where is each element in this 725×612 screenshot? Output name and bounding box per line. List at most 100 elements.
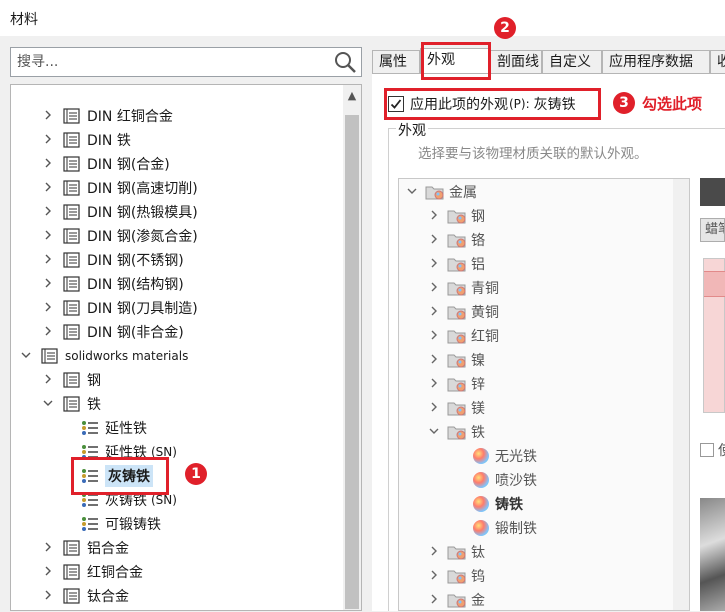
chevron-right-icon[interactable] <box>427 377 441 391</box>
appearance-tree-item[interactable]: 钢 <box>427 204 485 228</box>
appearance-tree-item-label: 铁 <box>471 425 485 441</box>
chevron-down-icon[interactable] <box>19 349 33 363</box>
appearance-tree-item[interactable]: 金 <box>427 588 485 612</box>
appearance-tree-item[interactable]: 镁 <box>427 396 485 420</box>
tree-item-suffix: (SN) <box>151 493 177 507</box>
appearance-tree-item[interactable]: 青铜 <box>427 276 499 300</box>
tree-scrollbar[interactable]: ▲ <box>343 85 361 610</box>
appearance-tree-scrollbar[interactable] <box>673 179 689 610</box>
tree-item[interactable]: DIN 红铜合金 <box>41 104 173 128</box>
appearance-folder-icon <box>447 568 467 584</box>
appearance-tree[interactable]: 金属钢铬铝青铜 黄铜 红铜镍锌镁铁无光铁 喷沙铁 铸铁 锻制铁钛钨金 <box>398 178 690 611</box>
chevron-down-icon[interactable] <box>427 425 441 439</box>
chevron-down-icon[interactable] <box>41 397 55 411</box>
search-box[interactable] <box>10 47 362 77</box>
color-swatch[interactable] <box>700 178 725 206</box>
appearance-tree-item[interactable]: 金属 <box>405 180 477 204</box>
material-item-icon <box>81 420 99 436</box>
tree-item[interactable]: 铁 <box>41 392 101 416</box>
tree-item[interactable]: 可锻铸铁 <box>65 512 161 536</box>
tree-item[interactable]: DIN 钢(热锻模具) <box>41 200 198 224</box>
tree-item[interactable]: 红铜合金 <box>41 560 143 584</box>
chevron-right-icon[interactable] <box>41 133 55 147</box>
appearance-swatch-icon <box>473 496 489 512</box>
appearance-tree-item[interactable]: 无光铁 <box>451 444 537 468</box>
partial-checkbox-label: 使 <box>718 440 725 460</box>
appearance-tree-item[interactable]: 喷沙铁 <box>451 468 537 492</box>
tree-item[interactable]: DIN 钢(高速切削) <box>41 176 198 200</box>
tree-item[interactable]: 钛合金 <box>41 584 129 608</box>
appearance-tree-item[interactable]: 锻制铁 <box>451 516 537 540</box>
chevron-right-icon[interactable] <box>427 257 441 271</box>
tab-4[interactable]: 应用程序数据 <box>602 50 710 74</box>
tree-item[interactable]: solidworks materials <box>19 344 188 368</box>
chevron-right-icon[interactable] <box>41 301 55 315</box>
appearance-tree-item[interactable]: 黄铜 <box>427 300 499 324</box>
material-library-icon <box>63 588 81 604</box>
appearance-tree-item[interactable]: 铁 <box>427 420 485 444</box>
tree-item[interactable]: DIN 钢(刀具制造) <box>41 296 198 320</box>
chevron-right-icon[interactable] <box>41 109 55 123</box>
partial-button[interactable]: 蜡笔 <box>700 218 725 242</box>
annotation-text-check: 勾选此项 <box>642 95 703 113</box>
chevron-right-icon[interactable] <box>41 373 55 387</box>
tree-item[interactable]: DIN 钢(合金) <box>41 152 170 176</box>
chevron-right-icon[interactable] <box>41 205 55 219</box>
chevron-right-icon[interactable] <box>41 157 55 171</box>
chevron-right-icon[interactable] <box>427 329 441 343</box>
tab-3[interactable]: 自定义 <box>542 50 602 74</box>
tree-item[interactable]: DIN 钢(结构钢) <box>41 272 184 296</box>
tree-item[interactable]: DIN 钢(渗氮合金) <box>41 224 198 248</box>
appearance-folder-icon <box>447 328 467 344</box>
chevron-right-icon[interactable] <box>41 229 55 243</box>
chevron-down-icon[interactable] <box>405 185 419 199</box>
appearance-tree-item[interactable]: 铝 <box>427 252 485 276</box>
material-tree[interactable]: DIN 红铜合金 DIN 铁 DIN 钢(合金) DIN 钢(高速切削) DIN 钢(热… <box>10 84 362 611</box>
chevron-right-icon[interactable] <box>41 541 55 555</box>
material-library-icon <box>41 348 59 364</box>
appearance-tree-item[interactable]: 钛 <box>427 540 485 564</box>
appearance-tree-item[interactable]: 钨 <box>427 564 485 588</box>
chevron-right-icon[interactable] <box>427 545 441 559</box>
chevron-right-icon[interactable] <box>427 353 441 367</box>
tab-5[interactable]: 收 <box>710 50 725 74</box>
chevron-right-icon[interactable] <box>427 209 441 223</box>
tree-item-label: 钛合金 <box>87 589 129 605</box>
tree-item[interactable]: 钢 <box>41 368 101 392</box>
appearance-tree-item[interactable]: 铸铁 <box>451 492 523 516</box>
tree-item-label: DIN 红铜合金 <box>87 109 173 125</box>
appearance-tree-item[interactable]: 铬 <box>427 228 485 252</box>
chevron-right-icon[interactable] <box>427 233 441 247</box>
chevron-right-icon[interactable] <box>41 181 55 195</box>
chevron-right-icon[interactable] <box>41 325 55 339</box>
chevron-right-icon[interactable] <box>427 401 441 415</box>
tab-0[interactable]: 属性 <box>372 50 420 74</box>
appearance-tree-item[interactable]: 镍 <box>427 348 485 372</box>
tab-2[interactable]: 剖面线 <box>490 50 542 74</box>
chevron-right-icon[interactable] <box>41 565 55 579</box>
chevron-right-icon[interactable] <box>41 589 55 603</box>
chevron-right-icon[interactable] <box>427 569 441 583</box>
tree-item-label: 铁 <box>87 397 101 413</box>
annotation-box-appearance-tab <box>421 42 491 80</box>
chevron-right-icon[interactable] <box>427 281 441 295</box>
partial-checkbox[interactable] <box>700 443 714 457</box>
tree-item[interactable]: 延性铁 <box>65 416 147 440</box>
chevron-right-icon[interactable] <box>41 277 55 291</box>
tree-item[interactable]: DIN 铁 <box>41 128 131 152</box>
tree-item[interactable]: 铝合金 <box>41 536 129 560</box>
appearance-folder-icon <box>447 280 467 296</box>
chevron-right-icon[interactable] <box>427 593 441 607</box>
tree-item[interactable]: DIN 钢(非合金) <box>41 320 184 344</box>
search-icon[interactable] <box>333 50 357 74</box>
appearance-swatch-icon <box>473 472 489 488</box>
chevron-right-icon[interactable] <box>427 305 441 319</box>
search-input[interactable] <box>15 49 315 75</box>
appearance-tree-item[interactable]: 红铜 <box>427 324 499 348</box>
scrollbar-thumb[interactable] <box>345 115 359 609</box>
tree-item[interactable]: DIN 钢(不锈钢) <box>41 248 184 272</box>
scroll-up-icon[interactable]: ▲ <box>343 89 361 102</box>
chevron-right-icon[interactable] <box>41 253 55 267</box>
appearance-swatch-icon <box>473 448 489 464</box>
appearance-tree-item[interactable]: 锌 <box>427 372 485 396</box>
